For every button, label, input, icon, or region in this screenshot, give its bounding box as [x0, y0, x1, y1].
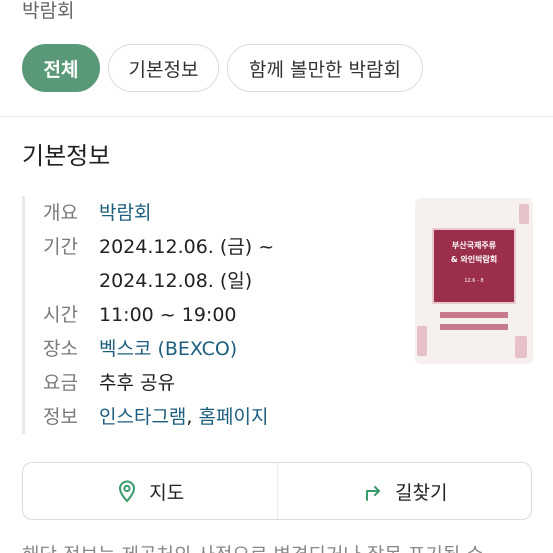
- period-start: 2024.12.06. (금) ~: [99, 236, 275, 258]
- period-key: 기간: [43, 236, 78, 258]
- directions-button-label: 길찾기: [395, 481, 448, 504]
- overview-key: 개요: [43, 202, 78, 224]
- time-value: 11:00 ~ 19:00: [99, 304, 237, 326]
- tab-related-expos[interactable]: 함께 볼만한 박람회: [227, 44, 423, 92]
- info-row-overview: 개요 박람회: [43, 196, 402, 230]
- time-key: 시간: [43, 304, 78, 326]
- poster-bar: [440, 312, 508, 318]
- period-end: 2024.12.08. (일): [99, 270, 253, 292]
- info-row-period: 기간 2024.12.06. (금) ~ 2024.12.08. (일): [43, 230, 402, 298]
- section-title: 기본정보: [22, 142, 111, 170]
- map-button-label: 지도: [149, 481, 185, 504]
- info-list: 개요 박람회 기간 2024.12.06. (금) ~ 2024.12.08. …: [22, 196, 402, 434]
- poster-image[interactable]: 부산국제주류 & 와인박람회 12.6 - 8: [415, 198, 533, 364]
- instagram-link[interactable]: 인스타그램: [99, 406, 186, 428]
- action-bar: 지도 길찾기: [22, 462, 532, 520]
- info-row-place: 장소 벡스코 (BEXCO): [43, 332, 402, 366]
- info-row-links: 정보 인스타그램, 홈페이지: [43, 400, 402, 434]
- tab-basic-info[interactable]: 기본정보: [108, 44, 219, 92]
- tab-bar: 전체 기본정보 함께 볼만한 박람회: [22, 44, 423, 92]
- info-row-time: 시간 11:00 ~ 19:00: [43, 298, 402, 332]
- map-button[interactable]: 지도: [23, 463, 277, 519]
- links-separator: ,: [186, 406, 199, 428]
- place-key: 장소: [43, 338, 78, 360]
- poster-title-2: & 와인박람회: [450, 255, 498, 264]
- glass-decoration: [515, 336, 527, 358]
- bottle-decoration: [417, 326, 427, 356]
- links-value: 인스타그램, 홈페이지: [99, 400, 268, 434]
- divider: [0, 116, 553, 117]
- footnote-text: 해당 정보는 제공처의 사정으로 변경되거나 잘못 표기될 수: [22, 540, 484, 553]
- overview-link[interactable]: 박람회: [99, 196, 151, 230]
- map-pin-icon: [119, 480, 136, 503]
- info-row-fee: 요금 추후 공유: [43, 366, 402, 400]
- fee-key: 요금: [43, 372, 78, 394]
- directions-button[interactable]: 길찾기: [276, 463, 532, 519]
- tab-all[interactable]: 전체: [22, 44, 100, 92]
- links-key: 정보: [43, 406, 78, 428]
- place-link[interactable]: 벡스코 (BEXCO): [99, 332, 237, 366]
- poster-date: 12.6 - 8: [464, 278, 484, 284]
- poster-title-1: 부산국제주류: [451, 241, 497, 250]
- fee-value: 추후 공유: [99, 372, 175, 394]
- homepage-link[interactable]: 홈페이지: [199, 406, 269, 428]
- directions-arrow-icon: [366, 486, 381, 501]
- poster-bar: [440, 324, 508, 330]
- period-value: 2024.12.06. (금) ~ 2024.12.08. (일): [99, 230, 274, 298]
- wine-glass-decoration: [519, 204, 529, 224]
- category-label: 박람회: [22, 0, 75, 22]
